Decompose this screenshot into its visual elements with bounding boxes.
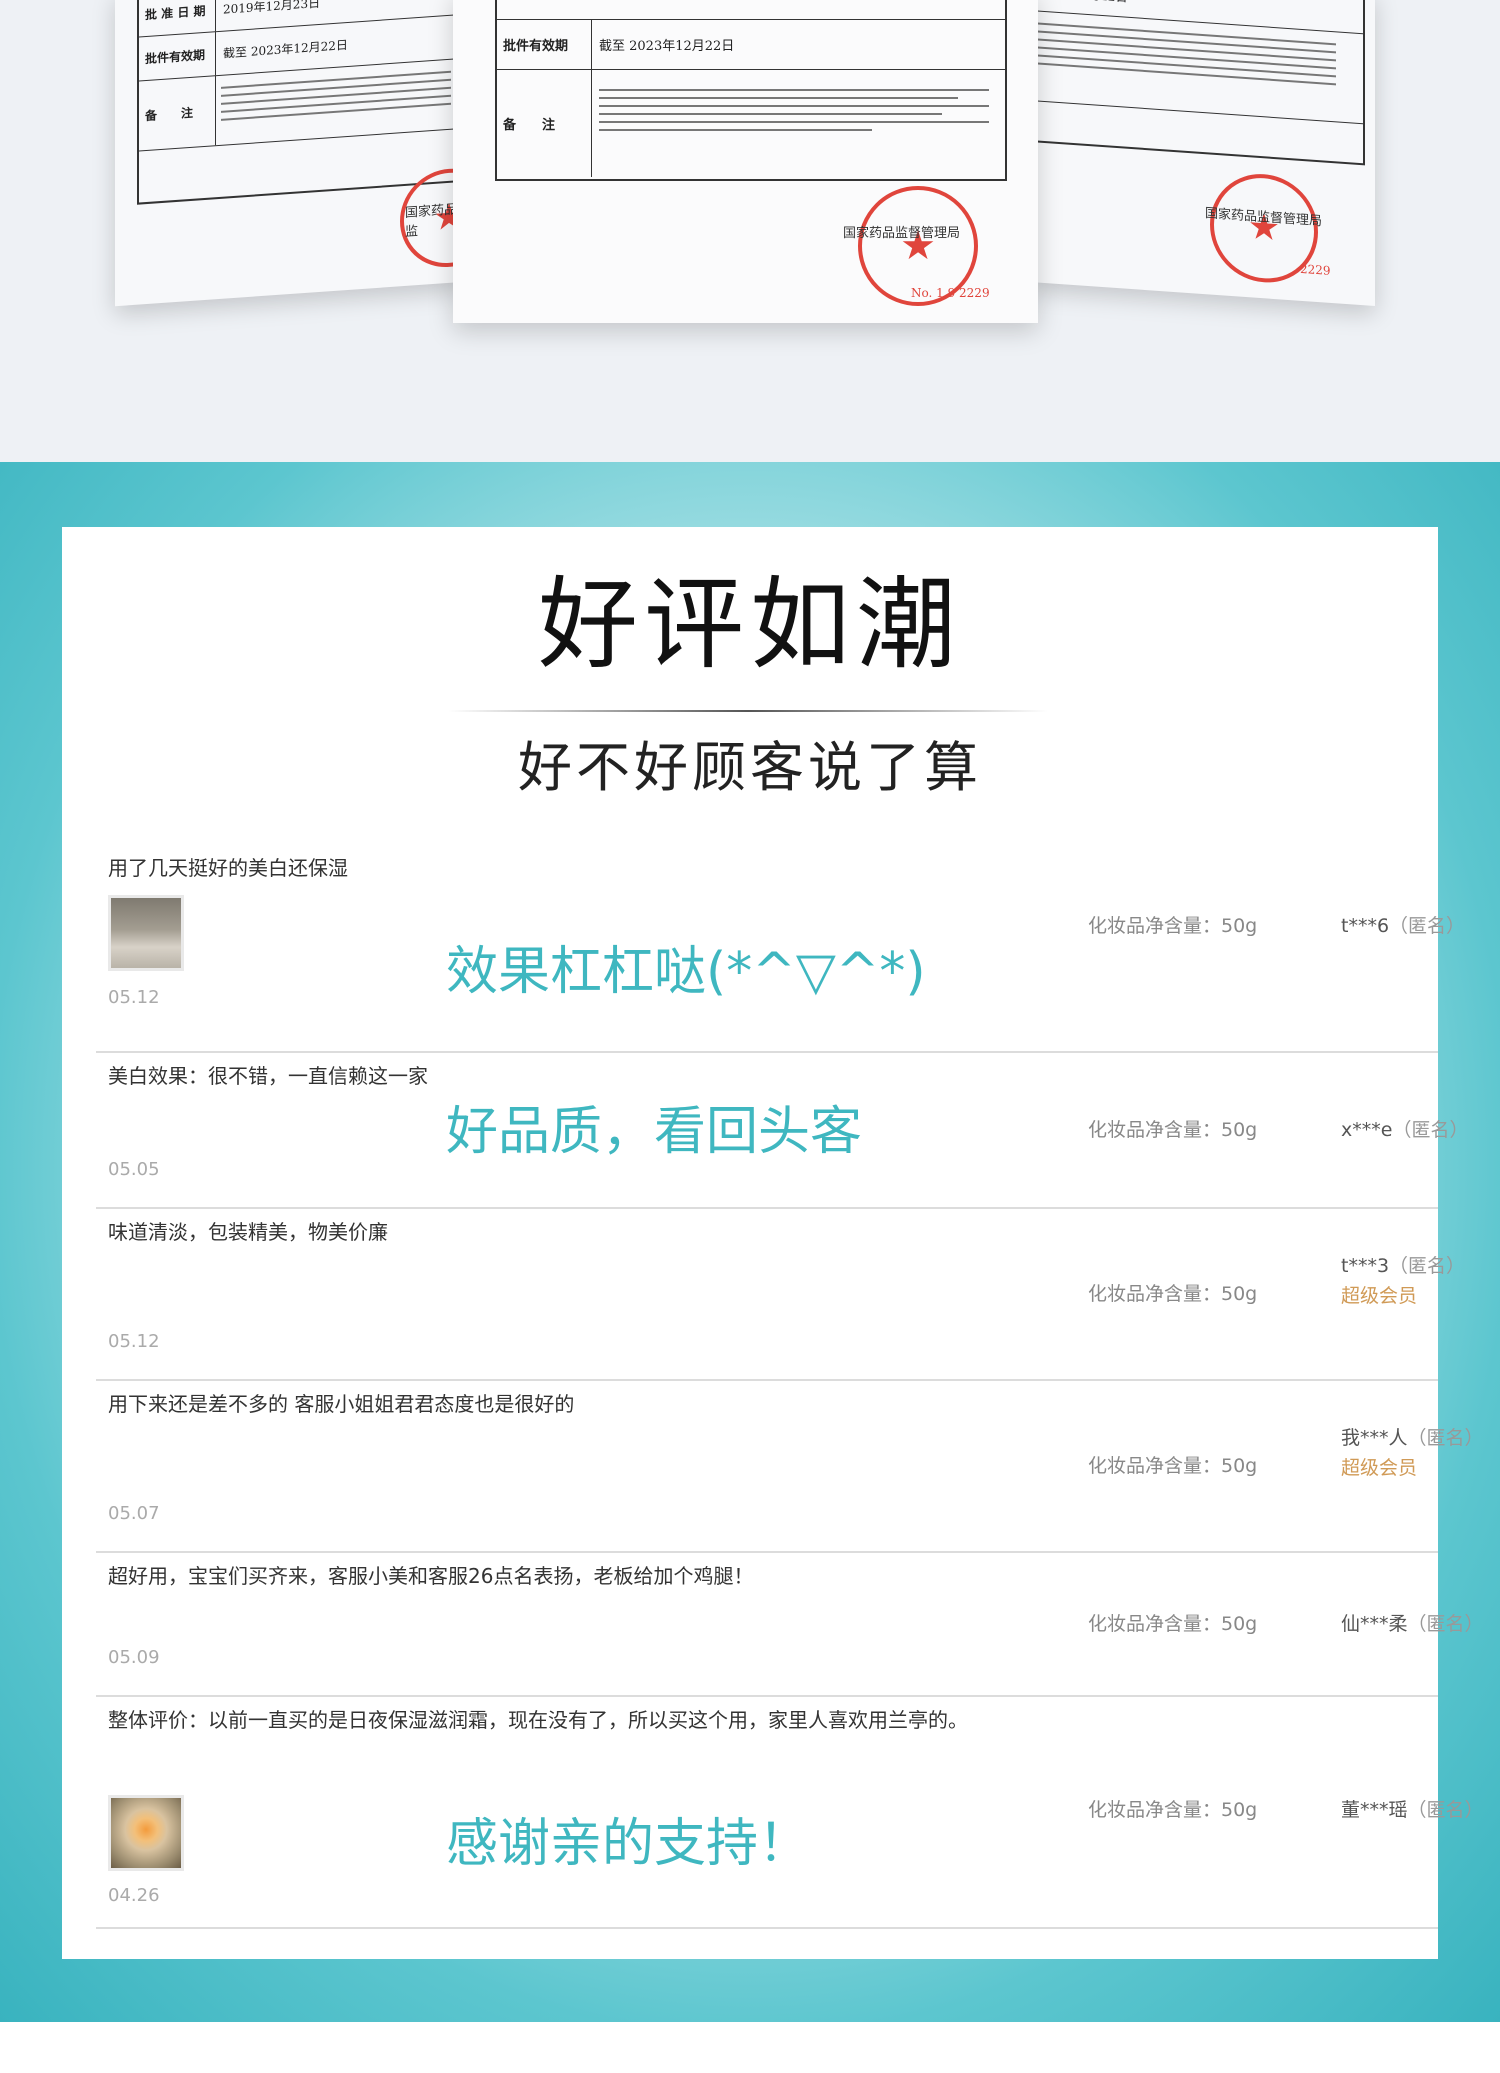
reviewer-name: t***6（匿名） xyxy=(1341,911,1465,938)
section-title: 好评如潮 xyxy=(538,566,962,683)
review-item: 用下来还是差不多的 客服小姐姐君君态度也是很好的 05.07 化妆品净含量：50… xyxy=(96,1379,1484,1553)
cert-label: 批件有效期 xyxy=(497,19,592,69)
review-spec: 化妆品净含量：50g xyxy=(1088,1613,1258,1635)
reviewer-id: 仙***柔 xyxy=(1341,1613,1408,1635)
reviewer-name: t***3（匿名） xyxy=(1341,1251,1465,1278)
certificate-table: 批 准 日 期 2019年12月23日 批件有效期 截至 2023年12月22日… xyxy=(137,0,465,205)
reviewer-id: x***e xyxy=(1341,1119,1393,1141)
reviewer-name: 董***瑶（匿名） xyxy=(1341,1795,1484,1822)
reviewer-id: t***3 xyxy=(1341,1255,1390,1277)
certificate-table: 批件有效期 截至 2023年12月22日 备 注 xyxy=(495,0,1007,181)
review-date: 05.12 xyxy=(108,1331,160,1352)
cert-value: 截至 2023年12月22日 xyxy=(599,38,735,54)
review-date: 04.26 xyxy=(108,1885,160,1906)
review-text: 味道清淡，包装精美，物美价廉 xyxy=(108,1220,388,1244)
review-text: 超好用，宝宝们买齐来，客服小美和客服26点名表扬，老板给加个鸡腿！ xyxy=(108,1564,754,1588)
anonymous-tag: （匿名） xyxy=(1407,1613,1484,1635)
reviewer-id: 董***瑶 xyxy=(1341,1799,1408,1821)
review-spec: 化妆品净含量：50g xyxy=(1088,1283,1258,1305)
anonymous-tag: （匿名） xyxy=(1407,1427,1484,1449)
review-text: 整体评价：以前一直买的是日夜保湿滋润霜，现在没有了，所以买这个用，家里人喜欢用兰… xyxy=(108,1708,968,1732)
cert-label: 备 注 xyxy=(139,75,216,151)
review-text: 用了几天挺好的美白还保湿 xyxy=(108,856,348,880)
vip-badge: 超级会员 xyxy=(1341,1285,1418,1307)
anonymous-tag: （匿名） xyxy=(1389,1255,1466,1277)
certificate-table: 023年12月22日 xyxy=(1030,0,1365,166)
review-spec: 化妆品净含量：50g xyxy=(1088,915,1258,937)
reviewer-id: t***6 xyxy=(1341,915,1390,937)
cert-notes xyxy=(221,65,451,127)
review-date: 05.09 xyxy=(108,1647,160,1668)
review-spec: 化妆品净含量：50g xyxy=(1088,1455,1258,1477)
certificate-band: 批 准 日 期 2019年12月23日 批件有效期 截至 2023年12月22日… xyxy=(0,0,1500,462)
review-item: 味道清淡，包装精美，物美价廉 05.12 化妆品净含量：50g t***3（匿名… xyxy=(96,1207,1465,1381)
review-date: 05.07 xyxy=(108,1503,160,1524)
review-photo[interactable] xyxy=(108,895,184,971)
seal-caption: 国家药品监督管理局 xyxy=(843,226,961,241)
review-highlight: 效果杠杠哒(*^▽^*) xyxy=(446,942,926,1002)
cert-label: 批件有效期 xyxy=(139,31,216,81)
review-date: 05.12 xyxy=(108,987,160,1008)
anonymous-tag: （匿名） xyxy=(1389,915,1466,937)
certificate-center: 批件有效期 截至 2023年12月22日 备 注 ★ 国家药品监督管理局 No.… xyxy=(453,0,1038,323)
reviewer-name: 我***人（匿名） xyxy=(1341,1423,1484,1450)
certificate-right: 023年12月22日 ★ 国家药品监督管理局 2229 xyxy=(1030,0,1375,307)
review-item: 整体评价：以前一直买的是日夜保湿滋润霜，现在没有了，所以买这个用，家里人喜欢用兰… xyxy=(96,1695,1484,1929)
cert-notes xyxy=(1036,16,1336,91)
seal-number: 2229 xyxy=(1300,261,1331,278)
title-divider xyxy=(448,710,1048,712)
reviewer-id: 我***人 xyxy=(1341,1427,1408,1449)
review-photo[interactable] xyxy=(108,1795,184,1871)
section-subtitle: 好不好顾客说了算 xyxy=(518,736,982,799)
certificate-left: 批 准 日 期 2019年12月23日 批件有效期 截至 2023年12月22日… xyxy=(115,0,465,307)
vip-badge: 超级会员 xyxy=(1341,1457,1418,1479)
reviewer-name: 仙***柔（匿名） xyxy=(1341,1609,1484,1636)
review-highlight: 好品质，看回头客 xyxy=(446,1102,863,1162)
review-date: 05.05 xyxy=(108,1159,160,1180)
review-spec: 化妆品净含量：50g xyxy=(1088,1799,1258,1821)
reviewer-name: x***e（匿名） xyxy=(1341,1115,1468,1142)
review-item: 美白效果：很不错，一直信赖这一家 好品质，看回头客 05.05 化妆品净含量：5… xyxy=(96,1051,1468,1209)
cert-label: 备 注 xyxy=(497,69,592,177)
review-text: 美白效果：很不错，一直信赖这一家 xyxy=(108,1064,428,1088)
cert-notes xyxy=(599,83,989,137)
review-item: 超好用，宝宝们买齐来，客服小美和客服26点名表扬，老板给加个鸡腿！ 05.09 … xyxy=(96,1551,1484,1697)
anonymous-tag: （匿名） xyxy=(1392,1119,1469,1141)
review-text: 用下来还是差不多的 客服小姐姐君君态度也是很好的 xyxy=(108,1392,575,1416)
review-item: 用了几天挺好的美白还保湿 05.12 效果杠杠哒(*^▽^*) 化妆品净含量：5… xyxy=(96,851,1465,1053)
review-highlight: 感谢亲的支持！ xyxy=(446,1814,811,1874)
review-spec: 化妆品净含量：50g xyxy=(1088,1119,1258,1141)
reviews-panel: 好评如潮 好不好顾客说了算 用了几天挺好的美白还保湿 05.12 效果杠杠哒(*… xyxy=(62,527,1484,1959)
seal-number: No. 1 9 2229 xyxy=(911,286,990,300)
anonymous-tag: （匿名） xyxy=(1407,1799,1484,1821)
